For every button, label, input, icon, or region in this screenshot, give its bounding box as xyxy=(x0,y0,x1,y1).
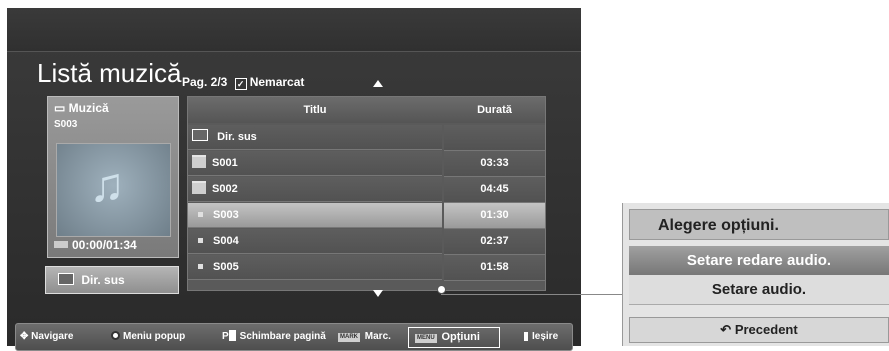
column-title: Titlu xyxy=(303,104,327,116)
hint-popup-menu: Meniu popup xyxy=(111,324,185,350)
navigate-arrows-icon: ✥ xyxy=(20,331,29,342)
table-row-selected[interactable]: S003 01:30 xyxy=(188,203,545,229)
checkbox-label: Nemarcat xyxy=(249,75,305,89)
progress-bar xyxy=(54,241,68,248)
hint-mark: MARK Marc. xyxy=(338,331,391,342)
table-row[interactable]: S005 01:58 xyxy=(188,255,545,281)
dir-up-button[interactable]: Dir. sus xyxy=(45,266,179,294)
mark-button-icon: MARK xyxy=(338,333,360,342)
checkbox-icon[interactable]: ✓ xyxy=(234,78,247,90)
page-number: Pag. 2/3 xyxy=(182,75,228,89)
table-row[interactable]: S002 04:45 xyxy=(188,177,545,203)
music-list-panel: Listă muzică Pag. 2/3 ✓ Nemarcat ▭ Muzică… xyxy=(7,8,581,351)
hint-navigate: ✥ Navigare xyxy=(20,331,74,342)
scroll-down-arrow-icon[interactable] xyxy=(373,290,383,297)
menu-item-audio-playback-settings[interactable]: Setare redare audio. xyxy=(629,246,889,275)
hint-page-change: P Schimbare pagină xyxy=(222,330,326,342)
table-row[interactable]: Dir. sus xyxy=(188,125,545,151)
callout-dot xyxy=(437,285,446,294)
back-button[interactable]: ↶ Precedent xyxy=(629,317,889,343)
top-bar xyxy=(7,8,581,52)
info-folder: ▭ Muzică xyxy=(54,101,109,115)
table-header: Titlu Durată xyxy=(188,97,545,123)
menu-item-audio-settings[interactable]: Setare audio. xyxy=(629,275,889,305)
column-duration: Durată xyxy=(477,104,512,116)
menu-button-icon: MENU xyxy=(415,334,437,343)
music-table: Titlu Durată Dir. sus S001 03:33 S002 04… xyxy=(187,96,546,291)
album-art: ♫ xyxy=(56,143,171,237)
playback-time: 00:00/01:34 xyxy=(54,238,137,252)
scroll-up-arrow-icon[interactable] xyxy=(373,80,383,87)
options-popup: Alegere opțiuni. Setare redare audio. Se… xyxy=(622,203,889,346)
music-note-icon: ♫ xyxy=(89,159,125,212)
page-button-icon xyxy=(228,330,236,341)
options-popup-title: Alegere opțiuni. xyxy=(629,209,889,240)
music-file-icon xyxy=(198,264,203,269)
back-arrow-icon: ↶ xyxy=(720,322,732,337)
hint-exit: Ieșire xyxy=(524,324,558,350)
music-file-icon xyxy=(198,212,203,217)
page-indicator: Pag. 2/3 ✓ Nemarcat xyxy=(182,75,304,90)
up-folder-icon xyxy=(192,129,208,141)
up-folder-icon xyxy=(58,273,74,285)
folder-icon xyxy=(192,181,206,194)
table-row[interactable]: S001 03:33 xyxy=(188,151,545,177)
hint-options[interactable]: MENU Opțiuni xyxy=(415,324,480,351)
folder-icon xyxy=(192,155,206,168)
info-file-name: S003 xyxy=(54,119,78,130)
page-title: Listă muzică xyxy=(37,58,182,88)
table-row[interactable]: S004 02:37 xyxy=(188,229,545,255)
callout-line xyxy=(441,294,628,295)
music-file-icon xyxy=(198,238,203,243)
ok-button-icon xyxy=(111,331,120,340)
now-playing-box: ▭ Muzică S003 ♫ 00:00/01:34 xyxy=(47,96,179,258)
exit-button-icon xyxy=(524,332,528,341)
bottom-hint-bar: ✥ Navigare Meniu popup P Schimbare pagină… xyxy=(15,323,573,351)
